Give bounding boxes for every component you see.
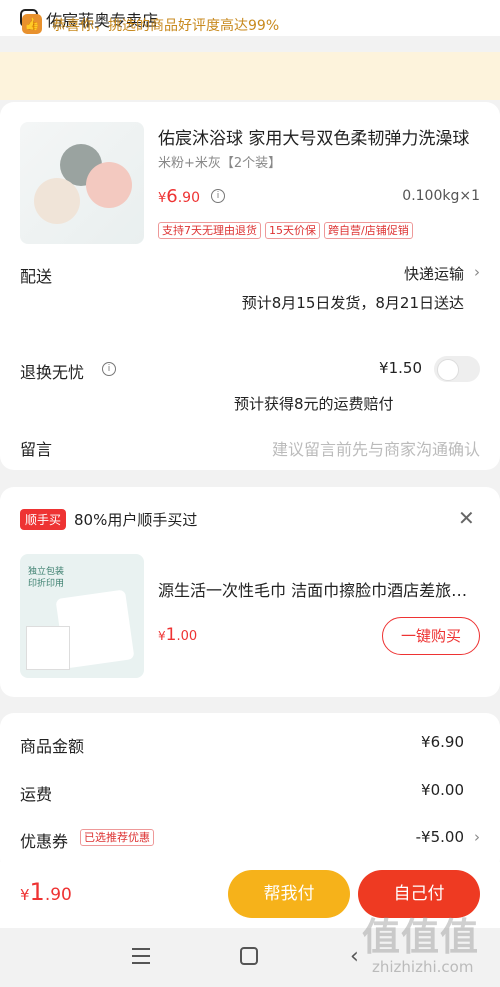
delivery-estimate: 预计8月15日发货，8月21日送达 bbox=[241, 294, 464, 312]
back-icon[interactable]: ‹ bbox=[350, 944, 359, 969]
recommend-image-text: 独立包装 印折印用 bbox=[28, 567, 65, 589]
coupon-label: 优惠券 bbox=[20, 832, 69, 851]
info-icon[interactable]: i bbox=[102, 362, 116, 376]
goods-amount-label: 商品金额 bbox=[20, 737, 85, 756]
product-tags: 支持7天无理由退货 15天价保 跨自营/店铺促销 bbox=[158, 222, 413, 239]
returns-toggle[interactable] bbox=[434, 356, 480, 382]
tag: 15天价保 bbox=[265, 222, 320, 239]
message-label: 留言 bbox=[20, 440, 53, 459]
recommend-image[interactable]: 独立包装 印折印用 bbox=[20, 554, 144, 678]
recommend-item-name[interactable]: 源生活一次性毛巾 洁面巾擦脸巾酒店差旅便携装 bbox=[158, 577, 478, 601]
coupon-value[interactable]: -¥5.00 bbox=[416, 828, 464, 846]
product-image[interactable] bbox=[20, 122, 144, 244]
tag: 跨自营/店铺促销 bbox=[324, 222, 413, 239]
shipping-value: ¥0.00 bbox=[421, 781, 464, 799]
home-icon[interactable] bbox=[240, 947, 258, 965]
message-input[interactable]: 建议留言前先与商家沟通确认 bbox=[272, 436, 480, 460]
tag: 支持7天无理由退货 bbox=[158, 222, 261, 239]
recommend-badge: 顺手买 bbox=[20, 509, 67, 530]
coupon-tag: 已选推荐优惠 bbox=[80, 829, 154, 846]
shipping-label: 运费 bbox=[20, 785, 53, 804]
returns-label: 退换无忧 bbox=[20, 363, 85, 382]
rating-banner bbox=[0, 52, 500, 100]
product-title[interactable]: 佑宸沐浴球 家用大号双色柔韧弹力洗澡球 bbox=[158, 124, 478, 149]
returns-note: 预计获得8元的运费赔付 bbox=[234, 395, 394, 413]
chevron-right-icon[interactable]: › bbox=[474, 828, 480, 846]
chevron-right-icon[interactable]: › bbox=[474, 263, 480, 281]
thumbs-up-icon: 👍 bbox=[22, 14, 42, 34]
delivery-label: 配送 bbox=[20, 267, 53, 286]
watermark-logo: 值值值 bbox=[362, 915, 480, 959]
recommend-price: ¥1.00 bbox=[158, 625, 198, 645]
product-price: ¥6.90 bbox=[158, 186, 200, 207]
info-icon[interactable]: i bbox=[211, 189, 225, 203]
recommend-title: 80%用户顺手买过 bbox=[74, 511, 198, 529]
close-icon[interactable]: ✕ bbox=[458, 506, 475, 530]
returns-price: ¥1.50 bbox=[379, 359, 422, 377]
delivery-method[interactable]: 快递运输 bbox=[404, 263, 464, 284]
help-pay-button[interactable]: 帮我付 bbox=[228, 870, 350, 918]
total-price: ¥1.90 bbox=[20, 878, 72, 906]
product-spec: 米粉+米灰【2个装】 bbox=[158, 156, 282, 171]
product-weight-qty: 0.100kg×1 bbox=[402, 188, 480, 204]
watermark-url: zhizhizhi.com bbox=[372, 958, 474, 976]
one-click-buy-button[interactable]: 一键购买 bbox=[382, 617, 480, 655]
goods-amount-value: ¥6.90 bbox=[421, 733, 464, 751]
menu-icon[interactable] bbox=[132, 948, 150, 964]
banner-text: 恭喜你，挑选的商品好评度高达99% bbox=[52, 18, 280, 34]
